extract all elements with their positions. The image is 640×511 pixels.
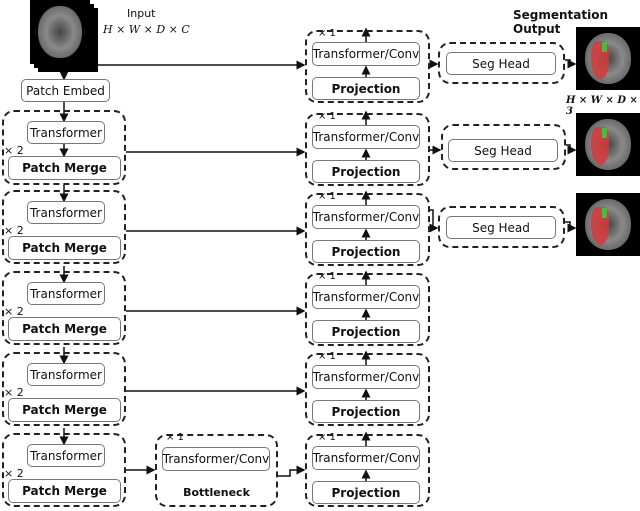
decoder-transformer-conv-2: Transformer/Conv: [312, 125, 420, 149]
projection-5: Projection: [312, 400, 420, 423]
decoder-transformer-conv-6: Transformer/Conv: [312, 446, 420, 470]
bottleneck-label: Bottleneck: [183, 486, 250, 499]
patch-merge-1: Patch Merge: [8, 156, 121, 180]
decoder-transformer-conv-1: Transformer/Conv: [312, 42, 420, 66]
projection-2: Projection: [312, 160, 420, 183]
decoder-repeat-6: × 1: [318, 432, 336, 443]
patch-merge-4: Patch Merge: [8, 398, 121, 422]
segmentation-output-2: [576, 113, 640, 176]
seg-head-3: Seg Head: [446, 216, 556, 239]
input-label: Input: [127, 7, 156, 20]
projection-1: Projection: [312, 77, 420, 100]
patch-merge-2: Patch Merge: [8, 236, 121, 260]
projection-3: Projection: [312, 240, 420, 263]
decoder-repeat-5: × 1: [318, 351, 336, 362]
decoder-repeat-1: × 1: [318, 28, 336, 39]
patch-merge-5: Patch Merge: [8, 479, 121, 503]
decoder-transformer-conv-5: Transformer/Conv: [312, 365, 420, 389]
bottleneck-transformer-conv: Transformer/Conv: [162, 447, 270, 471]
segmentation-output-1: [576, 27, 640, 90]
projection-6: Projection: [312, 481, 420, 504]
architecture-diagram: Input H × W × D × C Patch Embed Transfor…: [0, 0, 640, 511]
decoder-repeat-3: × 1: [318, 191, 336, 202]
decoder-repeat-2: × 1: [318, 111, 336, 122]
input-dims: H × W × D × C: [103, 23, 190, 36]
encoder-transformer-3: Transformer: [27, 282, 105, 305]
decoder-transformer-conv-4: Transformer/Conv: [312, 285, 420, 309]
projection-4: Projection: [312, 320, 420, 343]
segmentation-output-3: [576, 193, 640, 256]
input-mri-image: [30, 0, 90, 64]
encoder-transformer-5: Transformer: [27, 444, 105, 467]
seg-head-2: Seg Head: [448, 139, 558, 162]
patch-embed-block: Patch Embed: [21, 79, 110, 102]
bottleneck-repeat: × 1: [166, 432, 184, 443]
seg-head-1: Seg Head: [446, 52, 556, 75]
encoder-transformer-2: Transformer: [27, 201, 105, 224]
decoder-transformer-conv-3: Transformer/Conv: [312, 205, 420, 229]
patch-merge-3: Patch Merge: [8, 317, 121, 341]
encoder-transformer-1: Transformer: [27, 121, 105, 144]
decoder-repeat-4: × 1: [318, 271, 336, 282]
encoder-transformer-4: Transformer: [27, 363, 105, 386]
